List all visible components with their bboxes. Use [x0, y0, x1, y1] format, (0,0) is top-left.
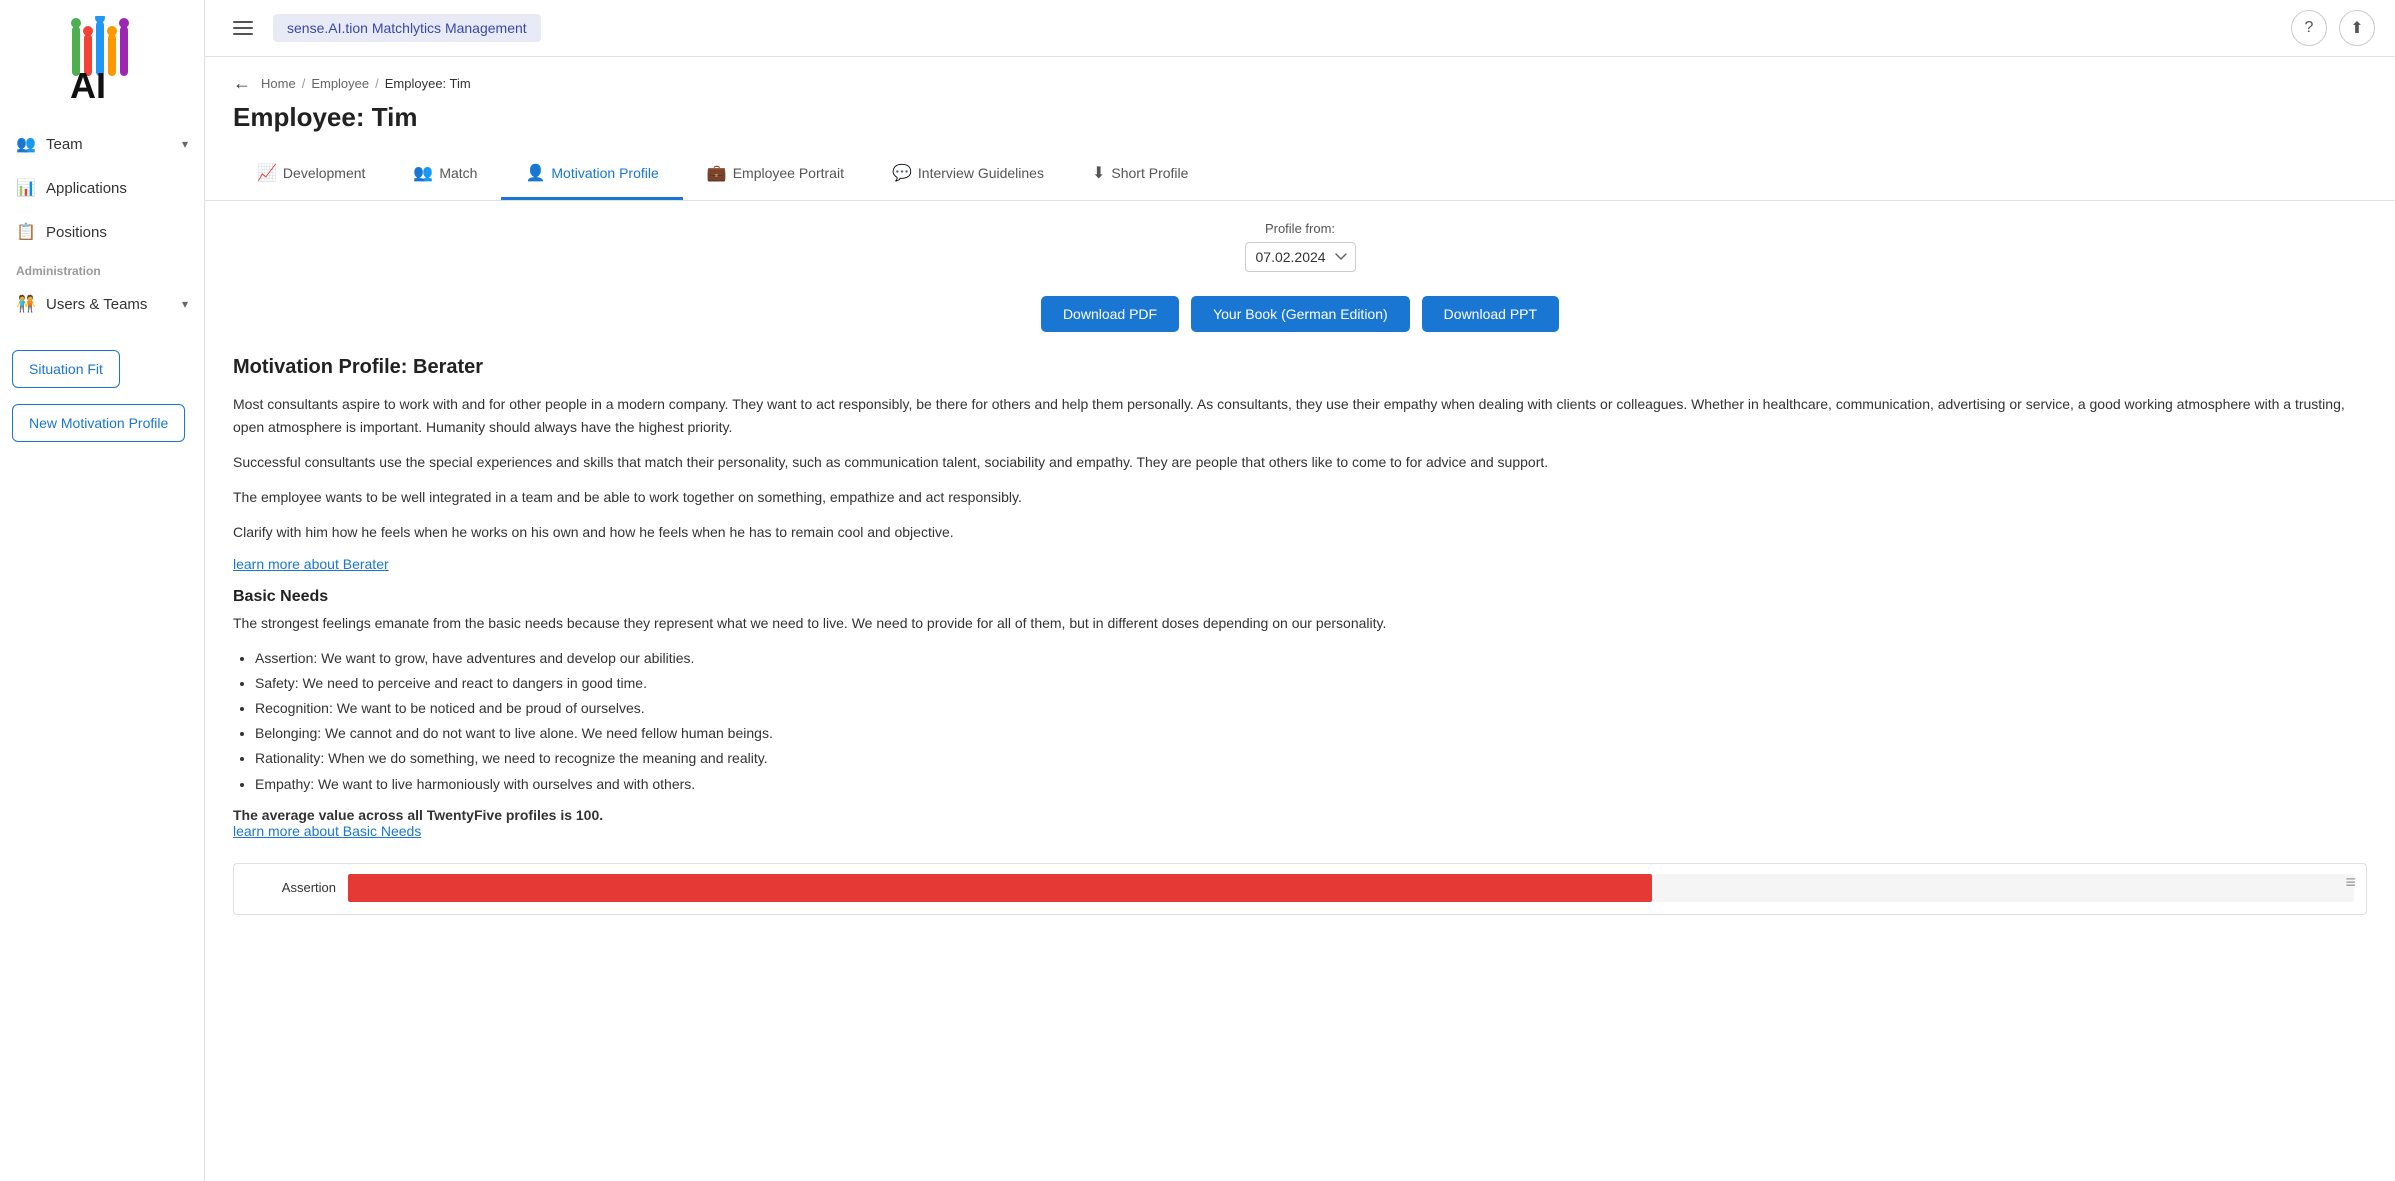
- tabs-bar: 📈 Development 👥 Match 👤 Motivation Profi…: [205, 149, 2395, 201]
- short-profile-icon: ⬇: [1092, 163, 1105, 183]
- avg-text: The average value across all TwentyFive …: [233, 807, 2367, 823]
- chart-row: Assertion: [246, 874, 2354, 902]
- list-item: Recognition: We want to be noticed and b…: [255, 696, 2367, 721]
- admin-section-label: Administration: [0, 254, 204, 282]
- help-icon: ?: [2305, 19, 2314, 37]
- employee-portrait-icon: 💼: [707, 163, 727, 183]
- motivation-profile-icon: 👤: [525, 163, 545, 183]
- sidebar-item-label: Users & Teams: [46, 296, 172, 313]
- content-area: ← Home / Employee / Employee: Tim Employ…: [205, 57, 2395, 1181]
- list-item: Belonging: We cannot and do not want to …: [255, 721, 2367, 746]
- chevron-down-icon: ▾: [182, 297, 188, 311]
- chart-bar: [348, 874, 1652, 902]
- topbar: sense.AI.tion Matchlytics Management ? ⬆: [205, 0, 2395, 57]
- chevron-down-icon: ▾: [182, 137, 188, 151]
- sidebar-item-positions[interactable]: 📋 Positions: [0, 210, 204, 254]
- situation-fit-button[interactable]: Situation Fit: [12, 350, 120, 388]
- profile-heading: Motivation Profile: Berater: [233, 356, 2367, 379]
- tab-employee-portrait[interactable]: 💼 Employee Portrait: [683, 149, 868, 200]
- breadcrumb-current: Employee: Tim: [385, 76, 471, 91]
- back-button[interactable]: ←: [233, 73, 251, 94]
- tab-short-profile[interactable]: ⬇ Short Profile: [1068, 149, 1212, 200]
- applications-icon: 📊: [16, 178, 36, 198]
- basic-needs-heading: Basic Needs: [233, 588, 2367, 606]
- list-item: Safety: We need to perceive and react to…: [255, 671, 2367, 696]
- download-pdf-button[interactable]: Download PDF: [1041, 296, 1179, 332]
- logo-area: AI: [0, 0, 204, 122]
- chart-bar-container: [348, 874, 2354, 902]
- sidebar-item-team[interactable]: 👥 Team ▾: [0, 122, 204, 166]
- learn-more-basic-needs-link[interactable]: learn more about Basic Needs: [233, 823, 421, 839]
- tab-match[interactable]: 👥 Match: [389, 149, 501, 200]
- list-item: Rationality: When we do something, we ne…: [255, 746, 2367, 771]
- breadcrumb-employee[interactable]: Employee: [311, 76, 369, 91]
- sidebar-item-users-teams[interactable]: 🧑‍🤝‍🧑 Users & Teams ▾: [0, 282, 204, 326]
- sidebar-item-label: Team: [46, 136, 172, 153]
- export-icon: ⬆: [2350, 18, 2363, 38]
- sidebar-item-applications[interactable]: 📊 Applications: [0, 166, 204, 210]
- breadcrumb: ← Home / Employee / Employee: Tim: [233, 73, 2367, 94]
- list-item: Assertion: We want to grow, have adventu…: [255, 646, 2367, 671]
- profile-para-3: Clarify with him how he feels when he wo…: [233, 521, 2367, 544]
- chart-area: ≡ Assertion: [233, 863, 2367, 915]
- list-item: Empathy: We want to live harmoniously wi…: [255, 772, 2367, 797]
- app-name: sense.AI.tion Matchlytics Management: [273, 14, 541, 42]
- learn-more-berater-link[interactable]: learn more about Berater: [233, 556, 389, 572]
- sidebar: AI 👥 Team ▾ 📊 Applications 📋 Positions A…: [0, 0, 205, 1181]
- tab-interview-guidelines[interactable]: 💬 Interview Guidelines: [868, 149, 1068, 200]
- basic-needs-intro: The strongest feelings emanate from the …: [233, 612, 2367, 635]
- content-body: Motivation Profile: Berater Most consult…: [205, 346, 2395, 955]
- chart-label: Assertion: [246, 880, 336, 895]
- your-book-button[interactable]: Your Book (German Edition): [1191, 296, 1410, 332]
- chart-menu-icon[interactable]: ≡: [2345, 872, 2356, 893]
- match-icon: 👥: [413, 163, 433, 183]
- new-motivation-profile-button[interactable]: New Motivation Profile: [12, 404, 185, 442]
- profile-from-label: Profile from:: [1265, 221, 1335, 236]
- tab-development[interactable]: 📈 Development: [233, 149, 389, 200]
- export-button[interactable]: ⬆: [2339, 10, 2375, 46]
- sidebar-item-label: Positions: [46, 224, 188, 241]
- sidebar-item-label: Applications: [46, 180, 188, 197]
- menu-icon[interactable]: [225, 13, 261, 43]
- profile-from-area: Profile from: 07.02.2024: [205, 201, 2395, 282]
- help-button[interactable]: ?: [2291, 10, 2327, 46]
- interview-guidelines-icon: 💬: [892, 163, 912, 183]
- download-ppt-button[interactable]: Download PPT: [1422, 296, 1559, 332]
- profile-para-0: Most consultants aspire to work with and…: [233, 393, 2367, 439]
- main-area: sense.AI.tion Matchlytics Management ? ⬆…: [205, 0, 2395, 1181]
- team-icon: 👥: [16, 134, 36, 154]
- svg-text:AI: AI: [70, 65, 106, 106]
- profile-from-select[interactable]: 07.02.2024: [1245, 242, 1356, 272]
- tab-motivation-profile[interactable]: 👤 Motivation Profile: [501, 149, 682, 200]
- page-title: Employee: Tim: [233, 102, 2367, 133]
- breadcrumb-area: ← Home / Employee / Employee: Tim Employ…: [205, 57, 2395, 133]
- basic-needs-list: Assertion: We want to grow, have adventu…: [255, 646, 2367, 797]
- breadcrumb-home[interactable]: Home: [261, 76, 296, 91]
- action-buttons: Download PDF Your Book (German Edition) …: [205, 282, 2395, 346]
- development-icon: 📈: [257, 163, 277, 183]
- profile-para-1: Successful consultants use the special e…: [233, 451, 2367, 474]
- positions-icon: 📋: [16, 222, 36, 242]
- profile-para-2: The employee wants to be well integrated…: [233, 486, 2367, 509]
- users-teams-icon: 🧑‍🤝‍🧑: [16, 294, 36, 314]
